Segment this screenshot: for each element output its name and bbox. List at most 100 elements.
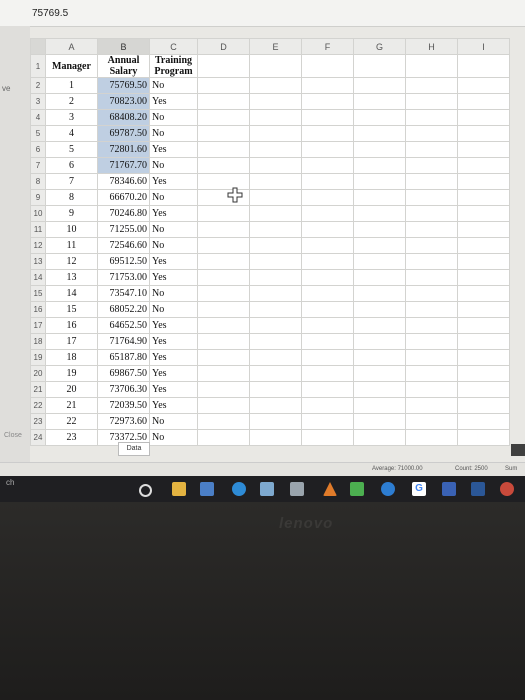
empty-cell[interactable] [301,285,354,302]
column-header-e[interactable]: E [249,38,302,55]
empty-cell[interactable] [197,365,250,382]
empty-cell[interactable] [249,269,302,286]
salary-cell[interactable]: 69867.50 [97,365,150,382]
manager-cell[interactable]: 22 [45,413,98,430]
photos-icon[interactable] [260,482,274,496]
training-cell[interactable]: No [149,125,198,142]
empty-cell[interactable] [457,125,510,142]
empty-cell[interactable] [457,54,510,78]
empty-cell[interactable] [249,77,302,94]
column-header-f[interactable]: F [301,38,354,55]
training-cell[interactable]: No [149,237,198,254]
column-header-i[interactable]: I [457,38,510,55]
empty-cell[interactable] [301,221,354,238]
empty-cell[interactable] [353,285,406,302]
empty-cell[interactable] [301,365,354,382]
empty-cell[interactable] [405,77,458,94]
manager-cell[interactable]: 17 [45,333,98,350]
salary-cell[interactable]: 75769.50 [97,77,150,94]
training-cell[interactable]: Yes [149,205,198,222]
row-header[interactable]: 16 [30,301,46,318]
row-header[interactable]: 14 [30,269,46,286]
training-cell[interactable]: Yes [149,381,198,398]
manager-cell[interactable]: 12 [45,253,98,270]
empty-cell[interactable] [457,317,510,334]
empty-cell[interactable] [249,189,302,206]
manager-cell[interactable]: 19 [45,365,98,382]
empty-cell[interactable] [197,333,250,350]
close-button[interactable]: Close [4,432,22,439]
salary-cell[interactable]: 66670.20 [97,189,150,206]
empty-cell[interactable] [197,54,250,78]
training-cell[interactable]: No [149,285,198,302]
empty-cell[interactable] [197,381,250,398]
row-header[interactable]: 12 [30,237,46,254]
empty-cell[interactable] [457,429,510,446]
row-header[interactable]: 19 [30,349,46,366]
manager-cell[interactable]: 14 [45,285,98,302]
empty-cell[interactable] [405,365,458,382]
column-header-b[interactable]: B [97,38,150,55]
empty-cell[interactable] [197,269,250,286]
formula-bar[interactable]: 75769.5 [0,0,525,27]
empty-cell[interactable] [197,397,250,414]
column-header-d[interactable]: D [197,38,250,55]
empty-cell[interactable] [353,93,406,110]
empty-cell[interactable] [405,285,458,302]
empty-cell[interactable] [249,221,302,238]
row-header[interactable]: 7 [30,157,46,174]
empty-cell[interactable] [405,109,458,126]
empty-cell[interactable] [353,333,406,350]
salary-cell[interactable]: 68408.20 [97,109,150,126]
empty-cell[interactable] [457,141,510,158]
training-cell[interactable]: Yes [149,253,198,270]
empty-cell[interactable] [249,317,302,334]
empty-cell[interactable] [457,157,510,174]
empty-cell[interactable] [457,301,510,318]
empty-cell[interactable] [405,381,458,398]
row-header[interactable]: 24 [30,429,46,446]
salary-cell[interactable]: 70823.00 [97,93,150,110]
empty-cell[interactable] [405,301,458,318]
salary-cell[interactable]: 70246.80 [97,205,150,222]
empty-cell[interactable] [457,397,510,414]
empty-cell[interactable] [353,125,406,142]
row-header[interactable]: 10 [30,205,46,222]
empty-cell[interactable] [301,109,354,126]
empty-cell[interactable] [353,429,406,446]
empty-cell[interactable] [457,189,510,206]
row-header[interactable]: 23 [30,413,46,430]
salary-cell[interactable]: 71764.90 [97,333,150,350]
empty-cell[interactable] [457,381,510,398]
row-header[interactable]: 6 [30,141,46,158]
empty-cell[interactable] [249,301,302,318]
training-cell[interactable]: No [149,301,198,318]
empty-cell[interactable] [249,157,302,174]
empty-cell[interactable] [301,349,354,366]
empty-cell[interactable] [457,109,510,126]
empty-cell[interactable] [197,221,250,238]
manager-cell[interactable]: 20 [45,381,98,398]
empty-cell[interactable] [301,54,354,78]
empty-cell[interactable] [405,125,458,142]
empty-cell[interactable] [405,253,458,270]
empty-cell[interactable] [301,189,354,206]
training-cell[interactable]: No [149,77,198,94]
empty-cell[interactable] [457,237,510,254]
empty-cell[interactable] [405,141,458,158]
empty-cell[interactable] [249,237,302,254]
row-header[interactable]: 18 [30,333,46,350]
salary-cell[interactable]: 72546.60 [97,237,150,254]
empty-cell[interactable] [457,221,510,238]
empty-cell[interactable] [405,189,458,206]
spreadsheet-grid[interactable]: ABCDEFGHI 1 Manager Annual Salary Traini… [30,38,510,446]
manager-cell[interactable]: 23 [45,429,98,446]
salary-cell[interactable]: 78346.60 [97,173,150,190]
salary-cell[interactable]: 68052.20 [97,301,150,318]
empty-cell[interactable] [405,237,458,254]
scrollbar-corner[interactable] [511,444,525,456]
empty-cell[interactable] [457,77,510,94]
empty-cell[interactable] [405,173,458,190]
empty-cell[interactable] [405,429,458,446]
empty-cell[interactable] [249,285,302,302]
